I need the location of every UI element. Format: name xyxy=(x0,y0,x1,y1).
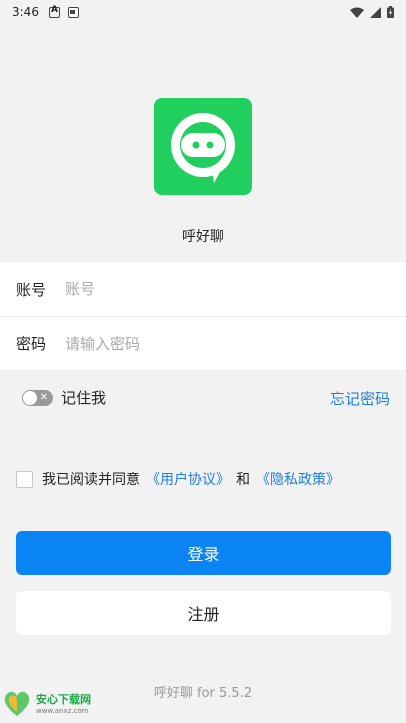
remember-me-toggle[interactable]: ✕ xyxy=(22,389,53,406)
forgot-password-link[interactable]: 忘记密码 xyxy=(330,388,390,409)
toggle-knob xyxy=(23,390,37,405)
wifi-icon xyxy=(350,7,364,18)
agreement-checkbox[interactable] xyxy=(16,470,33,488)
battery-icon xyxy=(387,6,394,18)
login-form: 账号 密码 xyxy=(0,262,406,370)
close-icon: ✕ xyxy=(39,391,48,403)
agreement-row: 我已阅读并同意 《用户协议》 和 《隐私政策》 xyxy=(16,469,340,489)
account-label: 账号 xyxy=(16,280,47,299)
remember-me: ✕ 记住我 xyxy=(22,387,106,408)
chat-bubble-icon xyxy=(171,112,235,183)
app-logo xyxy=(154,98,252,195)
remember-me-label: 记住我 xyxy=(61,389,107,407)
watermark-url: www.anxz.com xyxy=(36,707,89,715)
password-row: 密码 xyxy=(0,316,406,370)
heart-logo-icon xyxy=(4,691,30,716)
login-button[interactable]: 登录 xyxy=(16,531,391,575)
account-input[interactable] xyxy=(65,280,365,298)
watermark: 安心下载网 www.anxz.com xyxy=(2,688,91,718)
card-notification-icon xyxy=(67,6,79,18)
privacy-policy-link[interactable]: 《隐私政策》 xyxy=(256,469,340,489)
font-notification-icon xyxy=(48,5,60,18)
user-agreement-link[interactable]: 《用户协议》 xyxy=(146,469,230,489)
status-time: 3:46 xyxy=(12,5,39,19)
status-bar: 3:46 xyxy=(0,0,406,24)
app-name: 呼好聊 xyxy=(182,229,224,245)
signal-icon xyxy=(370,6,381,18)
watermark-title: 安心下载网 xyxy=(36,693,91,706)
account-row: 账号 xyxy=(0,262,406,316)
password-label: 密码 xyxy=(16,335,47,353)
register-button[interactable]: 注册 xyxy=(16,591,391,635)
password-input[interactable] xyxy=(65,334,365,353)
agreement-prefix: 我已阅读并同意 xyxy=(42,472,140,488)
agreement-and: 和 xyxy=(236,472,250,488)
